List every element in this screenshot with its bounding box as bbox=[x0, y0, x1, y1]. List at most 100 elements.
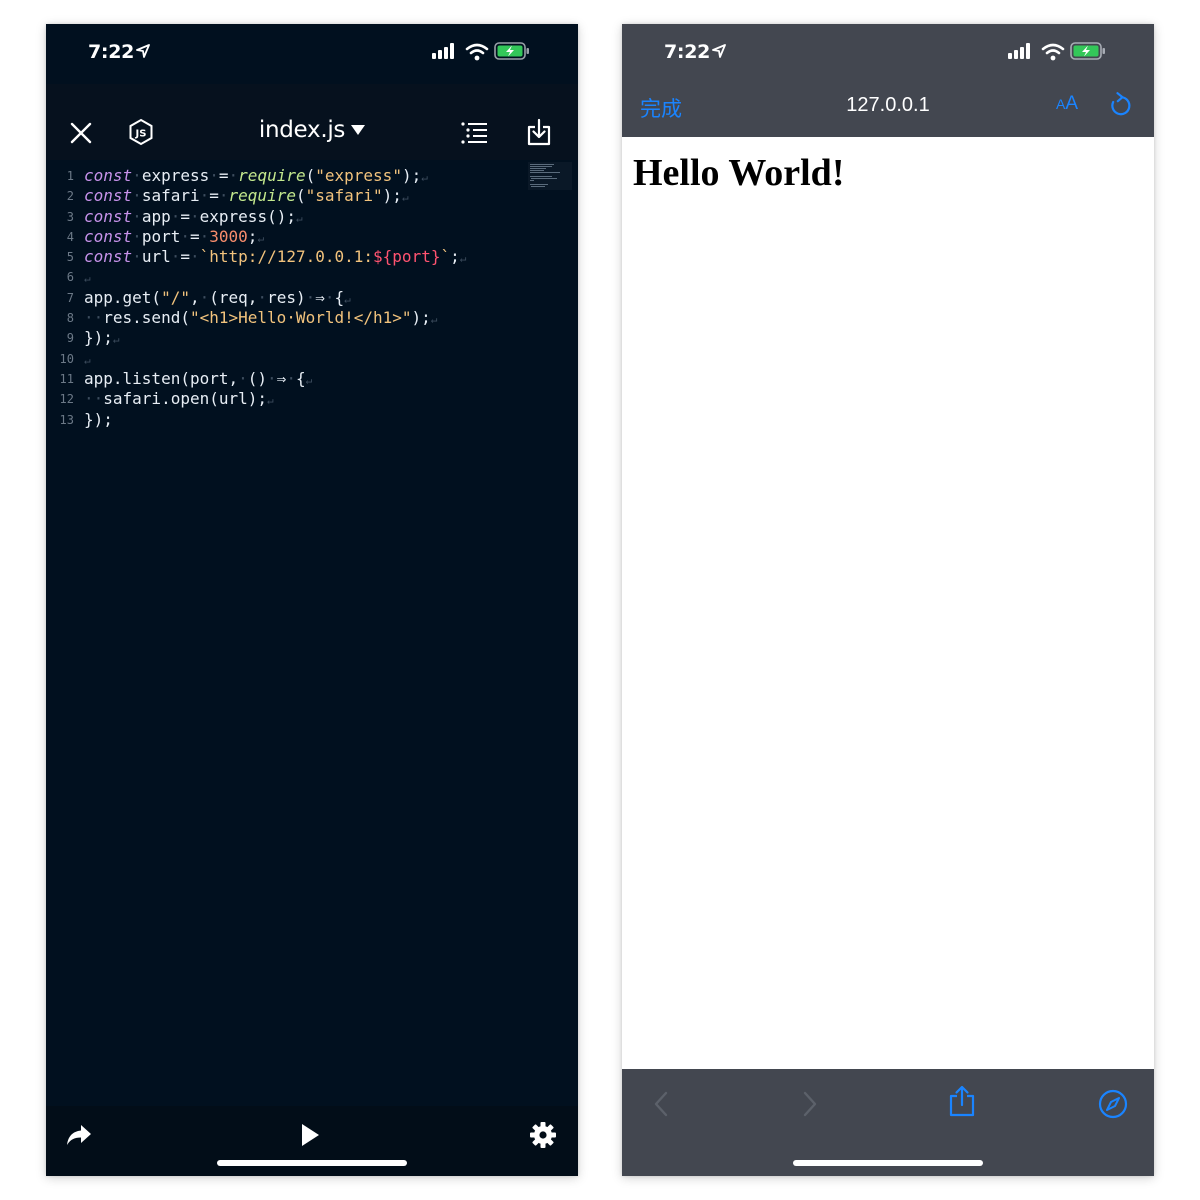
code-lines: 1 const·express·=·require("express");↵ 2 co… bbox=[46, 166, 467, 430]
code-token: ; bbox=[450, 247, 460, 267]
play-icon bbox=[302, 1124, 319, 1146]
code-line[interactable]: 9});↵ bbox=[46, 328, 466, 348]
code-token: ); bbox=[382, 186, 402, 206]
code-token: "safari" bbox=[305, 186, 383, 206]
code-line[interactable]: 7 app.get("/",·(req,·res)·⇒·{↵ bbox=[46, 288, 466, 308]
back-button[interactable] bbox=[641, 1087, 681, 1121]
code-token: = bbox=[180, 247, 190, 267]
code-token: ↵ bbox=[344, 292, 351, 306]
code-token: ↵ bbox=[84, 272, 91, 286]
code-token: · bbox=[305, 287, 316, 307]
code-line[interactable]: 1 const·express·=·require("express");↵ bbox=[46, 166, 466, 186]
code-token: ↵ bbox=[401, 191, 409, 205]
location-arrow-icon bbox=[136, 44, 150, 58]
gear-icon bbox=[530, 1122, 556, 1148]
code-token: const bbox=[84, 186, 133, 206]
line-number: 6 bbox=[66, 270, 74, 285]
code-token: ↵ bbox=[459, 252, 467, 266]
line-number: 5 bbox=[66, 250, 74, 265]
code-line[interactable]: 4 const·port·=·3000;↵ bbox=[46, 227, 466, 247]
code-token: safari.open(url); bbox=[103, 389, 268, 409]
open-in-safari-button[interactable] bbox=[1093, 1087, 1133, 1121]
code-token: ↵ bbox=[84, 353, 91, 367]
minimap[interactable] bbox=[528, 162, 572, 190]
save-button[interactable] bbox=[524, 116, 554, 148]
run-button[interactable] bbox=[295, 1119, 325, 1151]
code-token: · bbox=[180, 226, 190, 246]
code-token: ·· bbox=[84, 308, 104, 328]
text-size-button[interactable]: AA bbox=[1056, 93, 1078, 115]
caret-down-icon bbox=[351, 125, 366, 135]
code-line[interactable]: 13}); bbox=[46, 410, 466, 430]
home-indicator[interactable] bbox=[793, 1160, 983, 1166]
code-token: 3000 bbox=[209, 226, 248, 246]
refresh-button[interactable] bbox=[1106, 91, 1134, 119]
code-token: · bbox=[286, 368, 296, 388]
code-token: ↵ bbox=[295, 211, 303, 225]
file-selector[interactable]: index.js bbox=[46, 117, 578, 143]
browser-top-bar: 7:22 完成 127.0.0.1 AA bbox=[622, 24, 1154, 137]
code-token: · bbox=[199, 287, 210, 307]
outline-button[interactable] bbox=[459, 118, 489, 148]
code-token: ⇒ bbox=[315, 287, 325, 307]
code-token: ( bbox=[305, 166, 316, 185]
code-token: ` bbox=[440, 247, 451, 267]
compass-icon bbox=[1098, 1089, 1128, 1119]
code-token: = bbox=[189, 226, 200, 246]
code-token: ⇒ bbox=[276, 368, 287, 388]
line-number: 11 bbox=[59, 371, 74, 386]
back-icon bbox=[654, 1091, 668, 1117]
page-heading: Hello World! bbox=[633, 152, 845, 194]
code-token: · bbox=[132, 206, 142, 226]
code-token: port bbox=[141, 226, 181, 246]
home-indicator[interactable] bbox=[217, 1160, 407, 1166]
code-token: , bbox=[189, 287, 200, 307]
code-line[interactable]: 5 const·url·=·`http://127.0.0.1:${port}`;… bbox=[46, 247, 467, 267]
text-size-large-label: A bbox=[1065, 93, 1079, 114]
share-icon bbox=[67, 1125, 91, 1145]
code-line[interactable]: 8 ··res.send("<h1>Hello·World!</h1>");↵ bbox=[46, 308, 466, 328]
settings-button[interactable] bbox=[528, 1120, 558, 1150]
list-icon bbox=[461, 122, 487, 144]
code-token: · bbox=[199, 226, 210, 246]
code-token: ↵ bbox=[421, 171, 428, 184]
code-token: · bbox=[190, 247, 200, 267]
refresh-icon bbox=[1111, 92, 1131, 116]
code-line[interactable]: 10 ↵ bbox=[46, 349, 466, 369]
code-token: }); bbox=[84, 409, 113, 429]
code-token: · bbox=[199, 186, 210, 206]
code-token: ; bbox=[247, 226, 258, 246]
code-token: · bbox=[209, 166, 219, 185]
wifi-icon bbox=[465, 43, 489, 61]
code-line[interactable]: 12 ··safari.open(url);↵ bbox=[46, 389, 466, 409]
code-token: ); bbox=[401, 166, 422, 185]
share-button[interactable] bbox=[942, 1084, 982, 1118]
code-token: · bbox=[228, 166, 239, 185]
code-token: app bbox=[141, 206, 171, 226]
code-token: "<h1>Hello·World!</h1>" bbox=[189, 308, 412, 328]
forward-button[interactable] bbox=[790, 1087, 830, 1121]
battery-icon bbox=[1070, 42, 1105, 60]
code-token: require bbox=[228, 186, 296, 206]
share-button[interactable] bbox=[62, 1120, 96, 1150]
code-token: ↵ bbox=[305, 373, 313, 387]
status-icons bbox=[432, 42, 552, 65]
code-token: ( bbox=[295, 186, 306, 206]
code-token: app.get( bbox=[84, 287, 162, 307]
code-token: · bbox=[218, 186, 229, 206]
code-token: · bbox=[132, 247, 142, 267]
code-line[interactable]: 6 ↵ bbox=[46, 267, 466, 287]
code-token: `http://127.0.0.1: bbox=[199, 247, 374, 267]
code-line[interactable]: 3 const·app·=·express();↵ bbox=[46, 207, 466, 227]
code-line[interactable]: 11 app.listen(port,·()·⇒·{↵ bbox=[46, 369, 466, 389]
line-number: 4 bbox=[66, 229, 74, 244]
status-icons bbox=[1008, 42, 1128, 65]
code-token: = bbox=[209, 186, 219, 206]
code-token: res) bbox=[267, 287, 306, 307]
code-token: ); bbox=[411, 308, 431, 328]
code-line[interactable]: 2 const·safari·=·require("safari");↵ bbox=[46, 186, 466, 206]
code-token: url bbox=[141, 247, 171, 267]
editor-bottom-bar bbox=[46, 1106, 578, 1176]
code-editor[interactable]: 1 const·express·=·require("express");↵ 2 co… bbox=[46, 160, 578, 1106]
code-token: safari bbox=[141, 186, 200, 206]
